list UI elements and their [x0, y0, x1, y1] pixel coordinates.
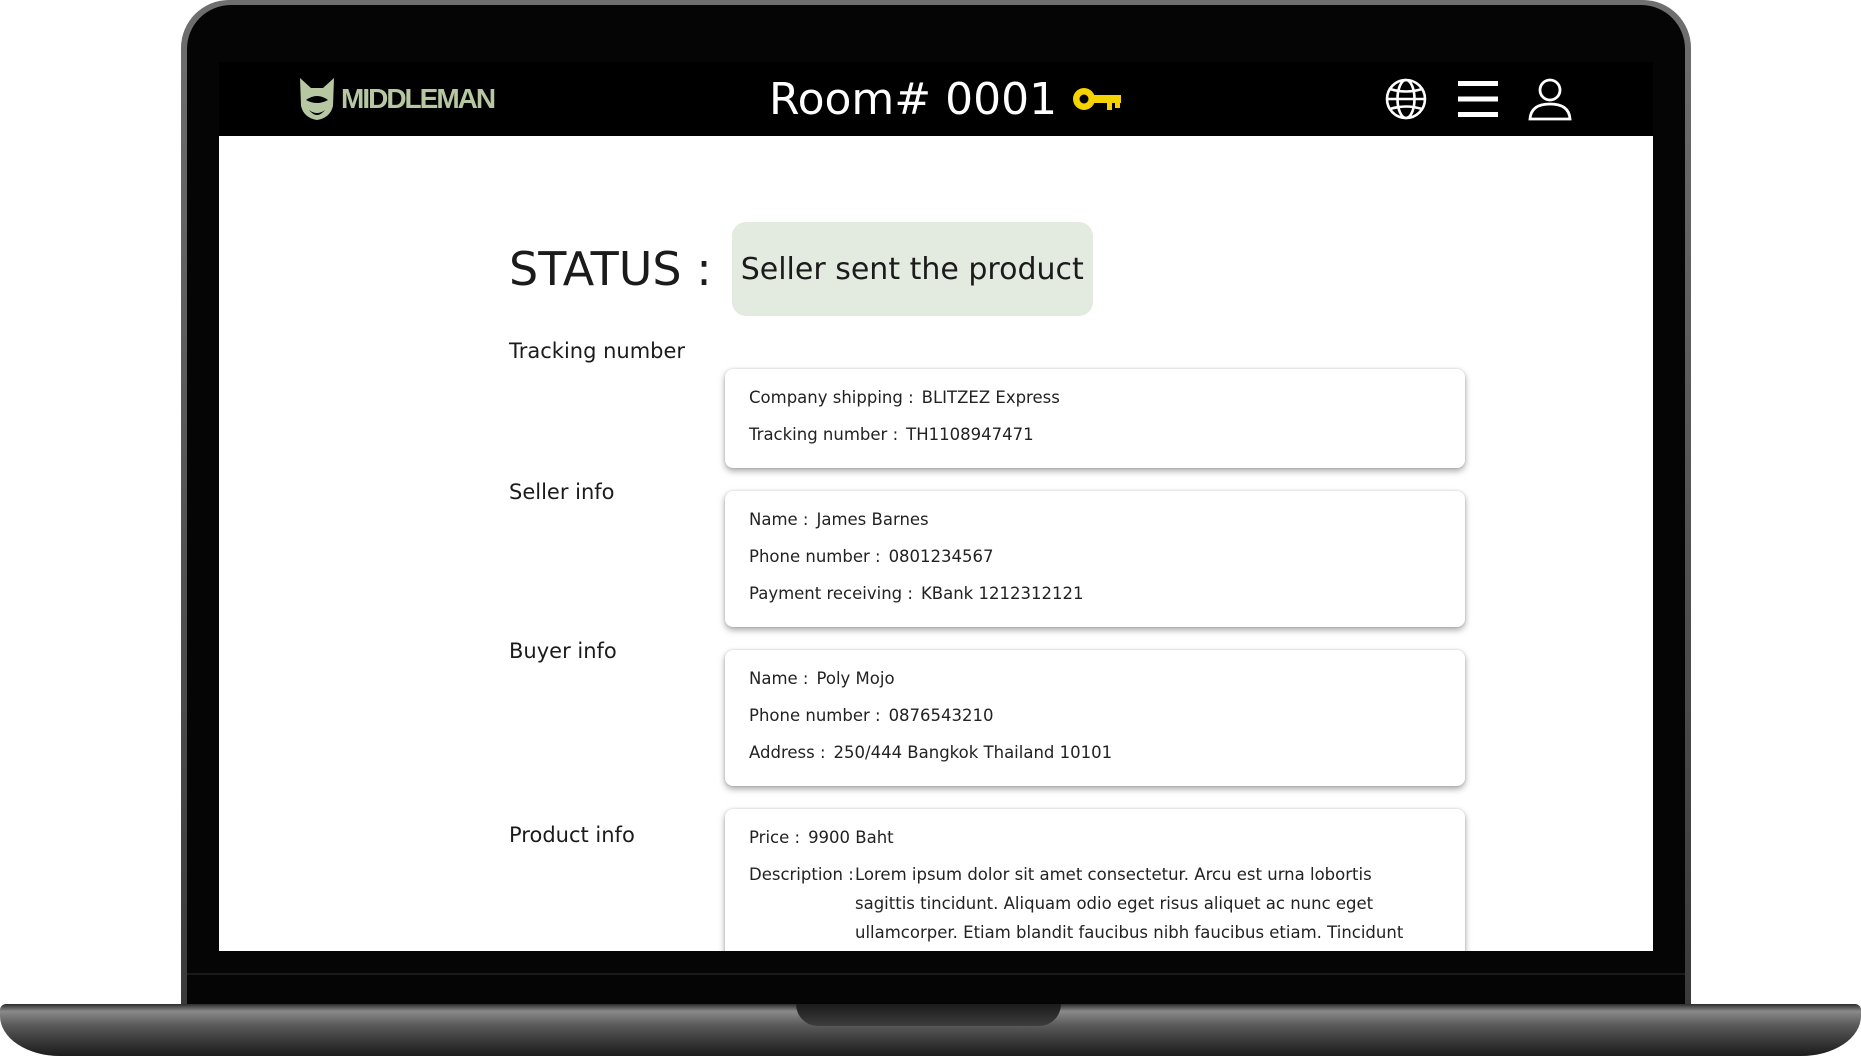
seller-phone-value: 0801234567	[888, 547, 994, 566]
product-price-value: 9900 Baht	[808, 828, 894, 847]
buyer-name-row: Name : Poly Mojo	[749, 660, 1441, 697]
product-description-key: Description :	[749, 865, 854, 884]
buyer-phone-row: Phone number : 0876543210	[749, 697, 1441, 734]
seller-name-value: James Barnes	[816, 510, 929, 529]
buyer-address-row: Address : 250/444 Bangkok Thailand 10101	[749, 734, 1441, 771]
buyer-address-value: 250/444 Bangkok Thailand 10101	[833, 743, 1113, 762]
product-price-key: Price :	[749, 828, 801, 847]
product-price-row: Price : 9900 Baht	[749, 819, 1441, 856]
buyer-card: Name : Poly Mojo Phone number : 0876543210…	[725, 650, 1465, 786]
company-shipping-row: Company shipping : BLITZEZ Express	[749, 379, 1441, 416]
buyer-phone-value: 0876543210	[888, 706, 994, 725]
brand-name: MIDDLEMAN	[341, 83, 496, 114]
buyer-phone-key: Phone number :	[749, 706, 881, 725]
tracking-number-row: Tracking number : TH1108947471	[749, 416, 1441, 453]
status-row: STATUS : Seller sent the product	[509, 222, 1093, 316]
seller-payment-key: Payment receiving :	[749, 584, 913, 603]
seller-payment-row: Payment receiving : KBank 1212312121	[749, 575, 1441, 612]
user-icon[interactable]	[1527, 76, 1573, 122]
buyer-name-value: Poly Mojo	[816, 669, 895, 688]
seller-section-label: Seller info	[509, 480, 615, 504]
product-card: Price : 9900 Baht Description : Lorem ips…	[725, 809, 1465, 951]
buyer-section-label: Buyer info	[509, 639, 617, 663]
seller-phone-row: Phone number : 0801234567	[749, 538, 1441, 575]
app-screen: MIDDLEMAN Room# 0001 STATUS: Seller sen…	[219, 62, 1653, 951]
brand-logo[interactable]: MIDDLEMAN	[297, 72, 496, 126]
seller-name-row: Name : James Barnes	[749, 501, 1441, 538]
product-description-value: Lorem ipsum dolor sit amet consectetur. …	[855, 865, 1404, 942]
app-header: MIDDLEMAN Room# 0001	[219, 62, 1653, 136]
status-label: STATUS :	[509, 242, 712, 296]
laptop-chin	[187, 973, 1685, 975]
room-title: Room# 0001	[769, 73, 1058, 125]
laptop-notch	[796, 1004, 1061, 1026]
menu-icon[interactable]	[1455, 76, 1501, 122]
company-shipping-key: Company shipping :	[749, 388, 914, 407]
seller-card: Name : James Barnes Phone number : 0801234…	[725, 491, 1465, 627]
company-shipping-value: BLITZEZ Express	[921, 388, 1060, 407]
seller-phone-key: Phone number :	[749, 547, 881, 566]
product-section-label: Product info	[509, 823, 635, 847]
tracking-number-value: TH1108947471	[906, 425, 1034, 444]
buyer-address-key: Address :	[749, 743, 826, 762]
status-badge: Seller sent the product	[731, 222, 1093, 316]
seller-payment-value: KBank 1212312121	[920, 584, 1084, 603]
header-actions	[1383, 74, 1573, 124]
tracking-number-key: Tracking number :	[749, 425, 899, 444]
seller-name-key: Name :	[749, 510, 809, 529]
room-heading: Room# 0001	[769, 71, 1123, 127]
buyer-name-key: Name :	[749, 669, 809, 688]
tracking-card: Company shipping : BLITZEZ Express Tracki…	[725, 369, 1465, 468]
middleman-mask-icon	[300, 78, 334, 120]
key-icon	[1073, 88, 1122, 110]
globe-icon[interactable]	[1383, 76, 1429, 122]
product-description-row: Description : Lorem ipsum dolor sit amet…	[749, 856, 1441, 951]
tracking-section-label: Tracking number	[509, 339, 686, 363]
